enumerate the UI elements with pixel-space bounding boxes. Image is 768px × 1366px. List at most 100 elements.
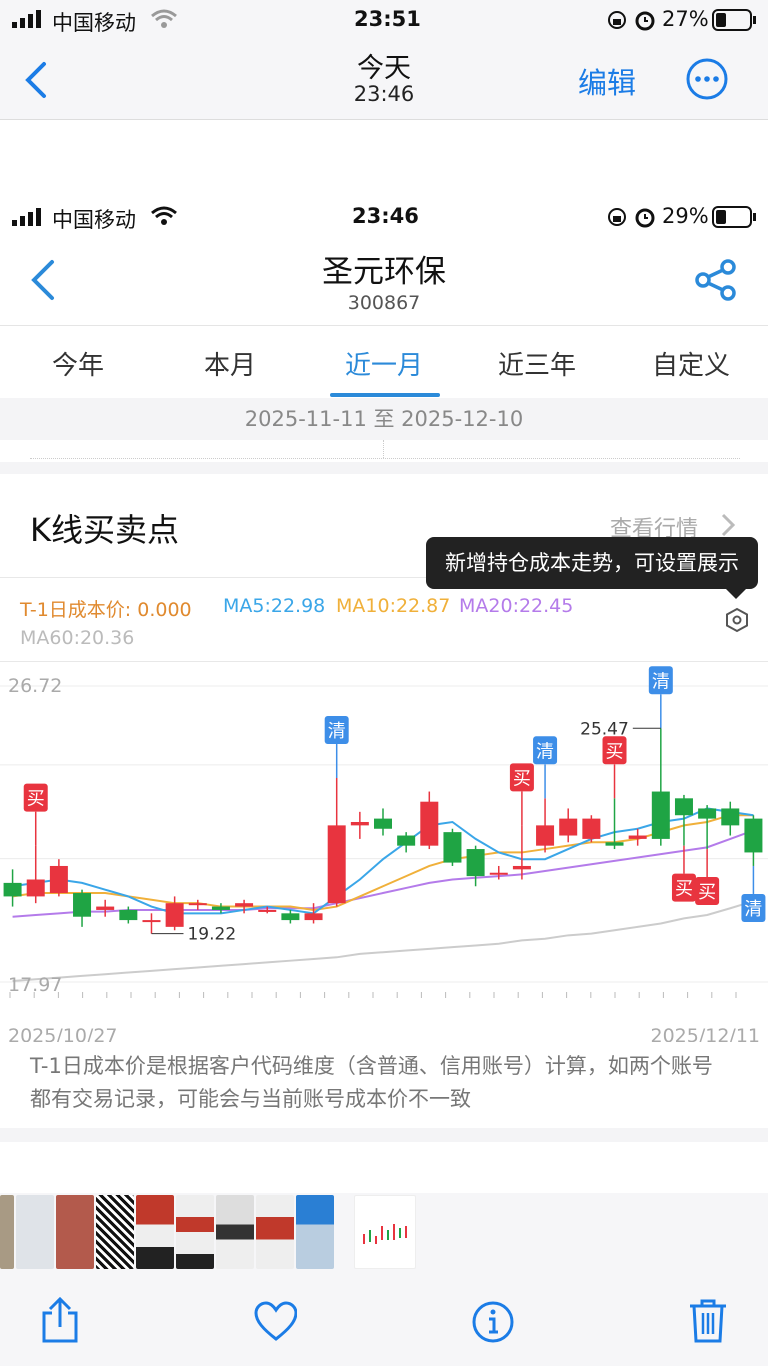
ma20-legend: MA20:22.45	[459, 595, 574, 617]
settings-hexagon-icon[interactable]	[724, 607, 750, 633]
candle-body	[304, 913, 323, 921]
candle-body	[188, 903, 207, 906]
candle-body	[674, 798, 693, 816]
back-chevron-icon[interactable]	[28, 258, 58, 302]
candle-body	[49, 865, 68, 894]
buy-marker-label: 买	[606, 741, 624, 762]
thumbnail[interactable]	[256, 1195, 294, 1269]
thumbnail[interactable]	[16, 1195, 54, 1269]
clear-marker-label: 清	[744, 899, 762, 920]
share-icon[interactable]	[694, 258, 738, 302]
candle-body	[698, 808, 717, 819]
feature-tooltip: 新增持仓成本走势，可设置展示	[426, 537, 758, 589]
candle-body	[119, 909, 138, 921]
divider	[0, 577, 426, 578]
tab-last-month[interactable]: 近一月	[309, 345, 459, 382]
back-chevron-icon[interactable]	[22, 60, 50, 100]
active-tab-indicator	[330, 393, 440, 397]
thumbnail[interactable]	[56, 1195, 94, 1269]
y-min-label: 17.97	[8, 974, 62, 996]
ma20-line	[12, 829, 754, 918]
thumbnail[interactable]	[0, 1195, 14, 1269]
more-options-icon[interactable]	[685, 57, 729, 101]
signal-icon	[12, 10, 41, 28]
min-price-label: 19.22	[187, 925, 236, 945]
share-upload-icon[interactable]	[38, 1297, 82, 1345]
candle-body	[628, 835, 647, 839]
thumbnail[interactable]	[296, 1195, 334, 1269]
tab-last-three-years[interactable]: 近三年	[462, 345, 612, 382]
thumbnail[interactable]	[176, 1195, 214, 1269]
section-gap	[0, 462, 768, 474]
thumbnail[interactable]	[136, 1195, 174, 1269]
screenshot-photo: 中国移动 23:46 29% 圣元环保 300867 今年 本月 近一月 近三年…	[0, 200, 768, 1193]
edit-button[interactable]: 编辑	[578, 60, 636, 102]
x-end-label: 2025/12/11	[650, 1025, 760, 1042]
date-range-bar: 2025-11-11 至 2025-12-10	[0, 398, 768, 440]
battery-percent: 29%	[662, 204, 709, 228]
stock-code: 300867	[347, 292, 421, 314]
candle-body	[3, 882, 22, 897]
status-time: 23:51	[354, 7, 421, 31]
clear-marker-label: 清	[652, 671, 670, 692]
buy-marker-label: 买	[27, 789, 45, 810]
chevron-right-icon[interactable]	[718, 511, 738, 539]
clear-marker-label: 清	[536, 741, 554, 762]
candle-body	[582, 818, 601, 839]
card-title: K线买卖点	[30, 511, 179, 549]
candle-body	[211, 906, 230, 910]
y-max-label: 26.72	[8, 675, 62, 697]
candle-body	[165, 903, 184, 927]
buy-marker-label: 买	[698, 882, 716, 903]
tab-this-year[interactable]: 今年	[3, 345, 153, 382]
candle-body	[489, 872, 508, 875]
max-price-label: 25.47	[580, 719, 629, 739]
battery-icon	[712, 206, 756, 228]
photos-toolbar	[0, 1273, 768, 1366]
battery-icon	[712, 9, 756, 31]
thumbnail-strip[interactable]	[0, 1193, 768, 1273]
footer-gap	[0, 1128, 768, 1193]
thumbnail[interactable]	[96, 1195, 134, 1269]
photos-title: 今天	[357, 53, 411, 84]
favorite-heart-icon[interactable]	[253, 1301, 297, 1349]
candle-body	[466, 849, 485, 877]
photo-margin-top	[0, 120, 768, 200]
wifi-icon	[151, 9, 177, 28]
candle-body	[327, 825, 346, 904]
ma5-legend: MA5:22.98	[223, 595, 326, 617]
x-start-label: 2025/10/27	[8, 1025, 118, 1042]
candle-body	[73, 893, 92, 917]
carrier-label: 中国移动	[52, 11, 136, 35]
photos-status-bar: 中国移动 23:51 27%	[0, 0, 768, 40]
buy-marker-label: 买	[675, 879, 693, 900]
candle-body	[443, 832, 462, 863]
candle-body	[420, 801, 439, 846]
buy-marker-label: 买	[513, 768, 531, 789]
info-icon[interactable]	[471, 1300, 515, 1348]
wifi-icon	[151, 206, 177, 225]
candle-body	[512, 865, 531, 870]
tab-this-month[interactable]: 本月	[155, 345, 305, 382]
tab-custom[interactable]: 自定义	[616, 345, 766, 382]
alarm-icon	[635, 11, 655, 31]
candle-body	[374, 818, 392, 829]
trash-icon[interactable]	[688, 1297, 732, 1345]
current-thumbnail[interactable]	[354, 1195, 416, 1269]
ma60-legend: MA60:20.36	[20, 627, 135, 649]
stock-name: 圣元环保	[322, 254, 446, 290]
photos-nav-bar: 今天 23:46 编辑	[0, 40, 768, 120]
candle-body	[350, 821, 369, 826]
date-range-text: 2025-11-11 至 2025-12-10	[244, 407, 524, 431]
candle-body	[559, 818, 578, 836]
candle-body	[605, 842, 624, 846]
signal-icon	[12, 208, 41, 226]
candle-body	[721, 808, 740, 826]
cost-price-legend: T-1日成本价: 0.000	[20, 599, 192, 621]
candle-body	[258, 909, 277, 912]
tooltip-arrow	[726, 589, 746, 599]
rotation-lock-icon	[608, 11, 626, 29]
candle-body	[235, 903, 254, 907]
alarm-icon	[635, 208, 655, 228]
thumbnail[interactable]	[216, 1195, 254, 1269]
